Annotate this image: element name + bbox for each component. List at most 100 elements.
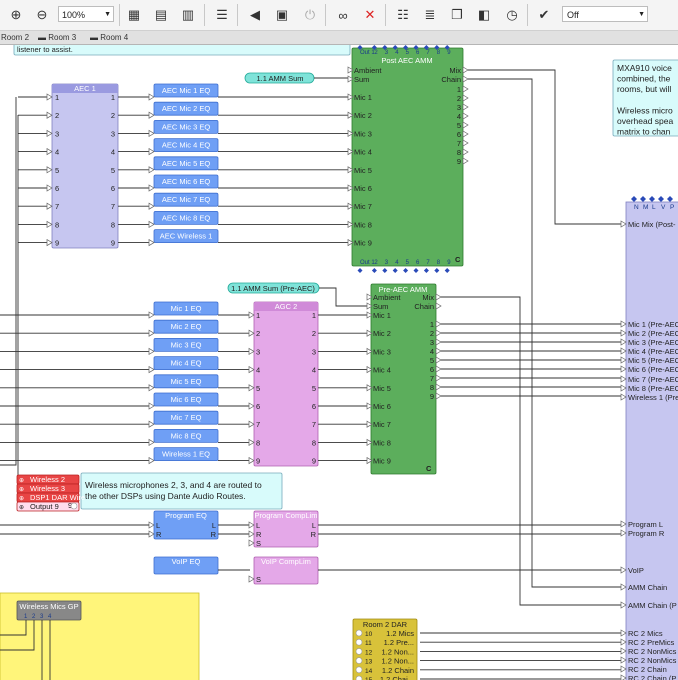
amm-input-label: Mic 3 xyxy=(354,129,372,138)
matrix-input-pin xyxy=(620,338,627,346)
amm-output-pin xyxy=(462,66,469,74)
pin-diamond-icon xyxy=(631,196,637,202)
amm-output-pin xyxy=(462,75,469,83)
aec-eq-title: AEC Mic 6 EQ xyxy=(162,177,211,186)
wire xyxy=(441,296,622,606)
toolbar-divider xyxy=(119,4,120,26)
matrix-input-label: Program L xyxy=(628,520,663,529)
toolbar-divider xyxy=(385,4,386,26)
matrix-input-pin xyxy=(620,665,627,673)
matrix-header: M xyxy=(643,204,648,211)
amm-output-label: 7 xyxy=(430,374,434,383)
wireless-row-label: Wireless 3 xyxy=(30,484,65,493)
mic-eq-title: Mic 3 EQ xyxy=(171,340,202,349)
antenna-icon: ⊕ xyxy=(19,478,24,484)
list-icon[interactable]: ≣ xyxy=(420,5,440,25)
zoom-out-icon[interactable]: ⊖ xyxy=(32,5,52,25)
agc-input-pin xyxy=(248,402,255,410)
eq-input-pin xyxy=(148,184,155,192)
amm-output-label: 6 xyxy=(430,365,434,374)
eq-input-pin xyxy=(148,384,155,392)
mic-eq-title: Mic 5 EQ xyxy=(171,377,202,386)
amm-input-label: Mic 1 xyxy=(373,311,391,320)
binoculars-icon[interactable]: ∞ xyxy=(333,5,353,25)
aec1-input-pin xyxy=(46,220,53,229)
agc-pin-label: 1 xyxy=(256,311,260,320)
aec-eq-title: AEC Mic 4 EQ xyxy=(162,141,211,150)
power-icon[interactable]: ⏻ xyxy=(300,5,320,25)
matrix-input-pin xyxy=(620,220,627,228)
amm-output-pin xyxy=(462,130,469,138)
aec1-block[interactable] xyxy=(51,83,119,249)
dar-number: 14 xyxy=(365,668,373,675)
pin-label: R xyxy=(211,530,217,539)
tab-room-2[interactable]: Room 2 xyxy=(1,31,29,44)
wireless-row-label: Output 9 xyxy=(30,502,59,511)
pin-dot-icon xyxy=(355,657,363,664)
note-text: listener to assist. xyxy=(17,45,73,54)
aec1-pin-label: 5 xyxy=(55,166,59,175)
toolbar-divider xyxy=(325,4,326,26)
pin-diamond-icon xyxy=(382,268,388,273)
agc-pin-label: 2 xyxy=(256,329,260,338)
toolbar-divider xyxy=(527,4,528,26)
note-text: rooms, but will xyxy=(617,84,671,94)
notes-icon[interactable]: ☷ xyxy=(393,5,413,25)
document-icon[interactable]: ☰ xyxy=(212,5,232,25)
eq-input-pin xyxy=(148,420,155,428)
matrix-input-label: AMM Chain xyxy=(628,583,667,592)
window-icon[interactable]: ❐ xyxy=(447,5,467,25)
amm-output-label: 9 xyxy=(430,392,434,401)
amm-output-pin xyxy=(435,293,442,301)
table-icon[interactable]: ▤ xyxy=(151,5,171,25)
matrix-input-pin xyxy=(620,583,627,591)
amm-output-label: 4 xyxy=(430,347,434,356)
agc2-block[interactable] xyxy=(253,301,319,467)
amm-output-label: 3 xyxy=(430,338,434,347)
pin-label: L xyxy=(312,521,316,530)
amm-output-label: 6 xyxy=(457,130,461,139)
zoom-select[interactable]: 100% ▼ xyxy=(58,6,114,22)
amm-output-pin xyxy=(462,94,469,102)
signal-flow-diagram[interactable]: listener to assist. Wireless microphones … xyxy=(0,45,678,680)
amm-output-pin xyxy=(435,392,442,400)
aec1-pin-label: 7 xyxy=(111,202,115,211)
aec-eq-title: AEC Mic 2 EQ xyxy=(162,104,211,113)
aec1-pin-label: 3 xyxy=(111,129,115,138)
grid-icon[interactable]: ▦ xyxy=(124,5,144,25)
design-canvas[interactable]: listener to assist. Wireless microphones … xyxy=(0,45,678,680)
pin-diamond-icon xyxy=(423,268,429,273)
matrix-input-label: Mic 8 (Pre-AEC xyxy=(628,384,678,393)
dar-label: 1.2 Mics xyxy=(386,629,414,638)
pin-diamond-icon xyxy=(640,196,646,202)
disconnect-icon[interactable]: ✕ xyxy=(360,5,380,25)
check-icon[interactable]: ✔ xyxy=(534,5,554,25)
tab-room-4[interactable]: ▬ Room 4 xyxy=(90,31,128,44)
agc-pin-label: 8 xyxy=(256,438,260,447)
pin-diamond-icon xyxy=(434,268,440,273)
matrix-header: V xyxy=(661,204,666,211)
pin-diamond-icon xyxy=(444,268,450,273)
aec-eq-title: AEC Mic 7 EQ xyxy=(162,195,211,204)
aec-eq-title: AEC Mic 1 EQ xyxy=(162,86,211,95)
matrix-input-label: RC 2 NonMics xyxy=(628,656,677,665)
device-icon[interactable]: ▣ xyxy=(272,5,292,25)
tab-room-3[interactable]: ▬ Room 3 xyxy=(38,31,76,44)
speaker-icon[interactable]: ◀ xyxy=(245,5,265,25)
eq-input-pin xyxy=(148,202,155,210)
dar-number: 10 xyxy=(365,631,373,638)
layout-icon[interactable]: ▥ xyxy=(178,5,198,25)
matrix-input-label: AMM Chain (P xyxy=(628,601,677,610)
mode-select[interactable]: Off ▼ xyxy=(562,6,648,22)
pin-label: L xyxy=(256,521,260,530)
aec1-pin-label: 9 xyxy=(111,239,115,248)
agc-pin-label: 6 xyxy=(312,402,316,411)
matrix-input-pin xyxy=(620,656,627,664)
zoom-in-icon[interactable]: ⊕ xyxy=(6,5,26,25)
eq-input-pin xyxy=(148,311,155,319)
panel-icon[interactable]: ◧ xyxy=(474,5,494,25)
matrix-input-pin xyxy=(620,601,627,609)
clock-icon[interactable]: ◷ xyxy=(502,5,522,25)
mic-eq-title: Wireless 1 EQ xyxy=(162,450,210,459)
eq-input-pin xyxy=(148,147,155,156)
